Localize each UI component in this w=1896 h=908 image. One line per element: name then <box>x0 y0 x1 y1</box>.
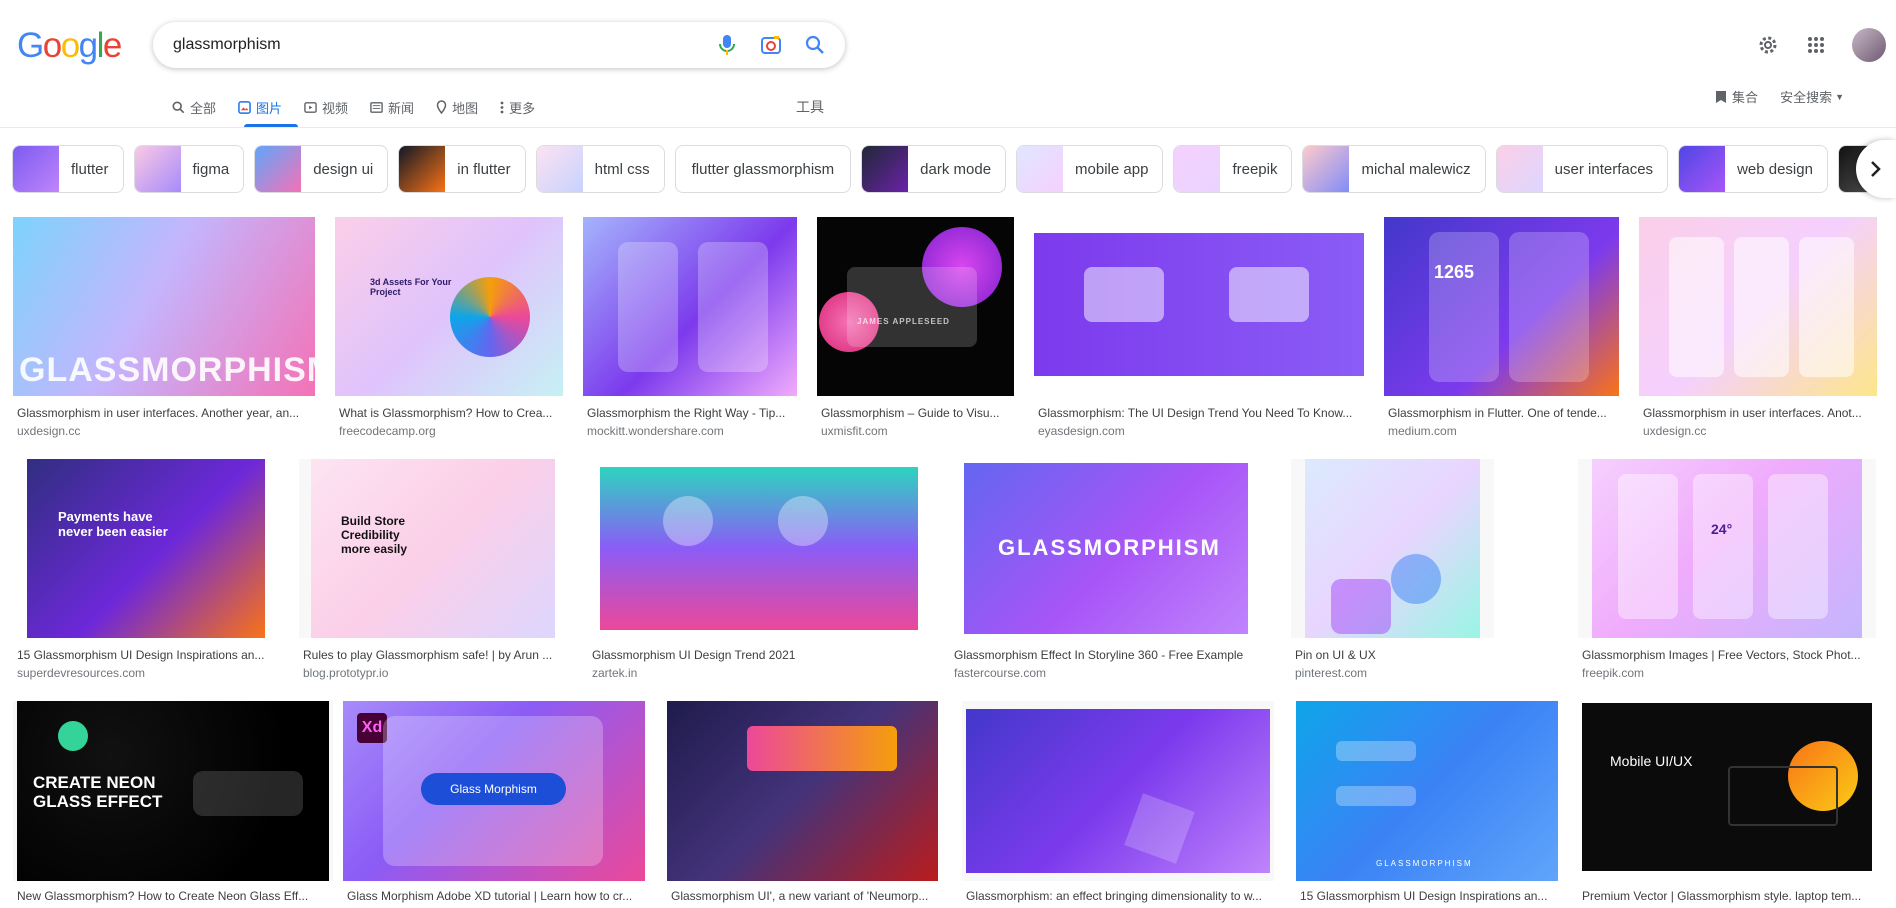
result-overlay-text: CREATE NEON GLASS EFFECT <box>33 773 163 811</box>
result-card[interactable]: Build Store Credibility more easily Rule… <box>299 459 555 681</box>
result-card[interactable]: Xd Glass Morphism Glass Morphism Adobe X… <box>343 701 645 908</box>
result-card[interactable]: Mobile UI/UX Premium Vector | Glassmorph… <box>1578 701 1876 908</box>
result-card[interactable]: Glassmorphism: an effect bringing dimens… <box>962 701 1274 908</box>
result-overlay-text: 1265 <box>1434 262 1475 282</box>
result-title[interactable]: Glassmorphism in user interfaces. Anothe… <box>17 406 315 420</box>
result-source[interactable]: uxdesign.cc <box>1643 424 1706 438</box>
result-title[interactable]: 15 Glassmorphism UI Design Inspirations … <box>1300 889 1558 903</box>
result-source[interactable]: blog.prototypr.io <box>303 666 388 680</box>
result-overlay-text: Build Store Credibility more easily <box>341 514 408 556</box>
result-title[interactable]: Glass Morphism Adobe XD tutorial | Learn… <box>347 889 645 903</box>
result-card[interactable]: Glassmorphism the Right Way - Tip... moc… <box>583 217 797 439</box>
result-source[interactable]: zartek.in <box>592 666 637 680</box>
result-overlay-text: JAMES APPLESEED <box>857 317 950 326</box>
result-overlay-text: Glass Morphism <box>421 773 566 805</box>
result-source[interactable]: eyasdesign.com <box>1038 424 1125 438</box>
result-title[interactable]: Glassmorphism in user interfaces. Anot..… <box>1643 406 1877 420</box>
result-card[interactable]: GLASSMORPHISM Glassmorphism Effect In St… <box>950 459 1262 681</box>
result-title[interactable]: Glassmorphism UI', a new variant of 'Neu… <box>671 889 938 903</box>
result-title[interactable]: Glassmorphism in Flutter. One of tende..… <box>1388 406 1619 420</box>
result-overlay-text: GLASSMORPHISM <box>998 535 1221 560</box>
result-card[interactable]: Payments have never been easier 15 Glass… <box>13 459 279 681</box>
result-card[interactable]: GLASSMORPHISM 15 Glassmorphism UI Design… <box>1296 701 1558 908</box>
result-overlay-text: Mobile UI/UX <box>1610 753 1693 769</box>
result-card[interactable]: Glassmorphism in user interfaces. Anot..… <box>1639 217 1877 439</box>
result-card[interactable]: Glassmorphism: The UI Design Trend You N… <box>1034 217 1364 439</box>
result-card[interactable]: JAMES APPLESEED Glassmorphism – Guide to… <box>817 217 1014 439</box>
result-source[interactable]: uxdesign.cc <box>17 424 80 438</box>
result-overlay-text: Payments have never been easier <box>58 509 168 539</box>
result-card[interactable]: Glassmorphism UI Design Trend 2021 zarte… <box>588 459 930 681</box>
result-source[interactable]: mockitt.wondershare.com <box>587 424 724 438</box>
image-results-grid: GLASSMORPHISM Glassmorphism in user inte… <box>0 0 1896 908</box>
result-card[interactable]: Pin on UI & UX pinterest.com <box>1291 459 1494 681</box>
result-source[interactable]: uxmisfit.com <box>821 424 888 438</box>
result-overlay-text: 3d Assets For Your Project <box>370 277 452 297</box>
result-title[interactable]: Glassmorphism Effect In Storyline 360 - … <box>954 648 1262 662</box>
result-card[interactable]: Glassmorphism UI', a new variant of 'Neu… <box>667 701 938 908</box>
result-title[interactable]: Glassmorphism – Guide to Visu... <box>821 406 1014 420</box>
result-source[interactable]: freepik.com <box>1582 666 1644 680</box>
result-title[interactable]: New Glassmorphism? How to Create Neon Gl… <box>17 889 333 903</box>
result-source[interactable]: medium.com <box>1388 424 1457 438</box>
result-card[interactable]: 3d Assets For Your Project What is Glass… <box>335 217 563 439</box>
result-title[interactable]: Premium Vector | Glassmorphism style. la… <box>1582 889 1876 903</box>
result-title[interactable]: Glassmorphism the Right Way - Tip... <box>587 406 797 420</box>
result-overlay-text: 24° <box>1711 521 1733 537</box>
result-title[interactable]: Glassmorphism: an effect bringing dimens… <box>966 889 1274 903</box>
result-overlay-text: GLASSMORPHISM <box>19 351 315 389</box>
result-title[interactable]: Glassmorphism: The UI Design Trend You N… <box>1038 406 1364 420</box>
result-source[interactable]: superdevresources.com <box>17 666 145 680</box>
result-card[interactable]: CREATE NEON GLASS EFFECT New Glassmorphi… <box>13 701 333 908</box>
result-title[interactable]: 15 Glassmorphism UI Design Inspirations … <box>17 648 279 662</box>
result-card[interactable]: 1265 Glassmorphism in Flutter. One of te… <box>1384 217 1619 439</box>
result-card[interactable]: GLASSMORPHISM Glassmorphism in user inte… <box>13 217 315 439</box>
result-title[interactable]: Glassmorphism UI Design Trend 2021 <box>592 648 930 662</box>
result-source[interactable]: fastercourse.com <box>954 666 1046 680</box>
result-overlay-text: GLASSMORPHISM <box>1376 859 1473 868</box>
result-title[interactable]: What is Glassmorphism? How to Crea... <box>339 406 563 420</box>
result-title[interactable]: Pin on UI & UX <box>1295 648 1494 662</box>
result-card[interactable]: 24° Glassmorphism Images | Free Vectors,… <box>1578 459 1876 681</box>
result-title[interactable]: Rules to play Glassmorphism safe! | by A… <box>303 648 555 662</box>
result-title[interactable]: Glassmorphism Images | Free Vectors, Sto… <box>1582 648 1876 662</box>
result-source[interactable]: freecodecamp.org <box>339 424 436 438</box>
result-source[interactable]: pinterest.com <box>1295 666 1367 680</box>
